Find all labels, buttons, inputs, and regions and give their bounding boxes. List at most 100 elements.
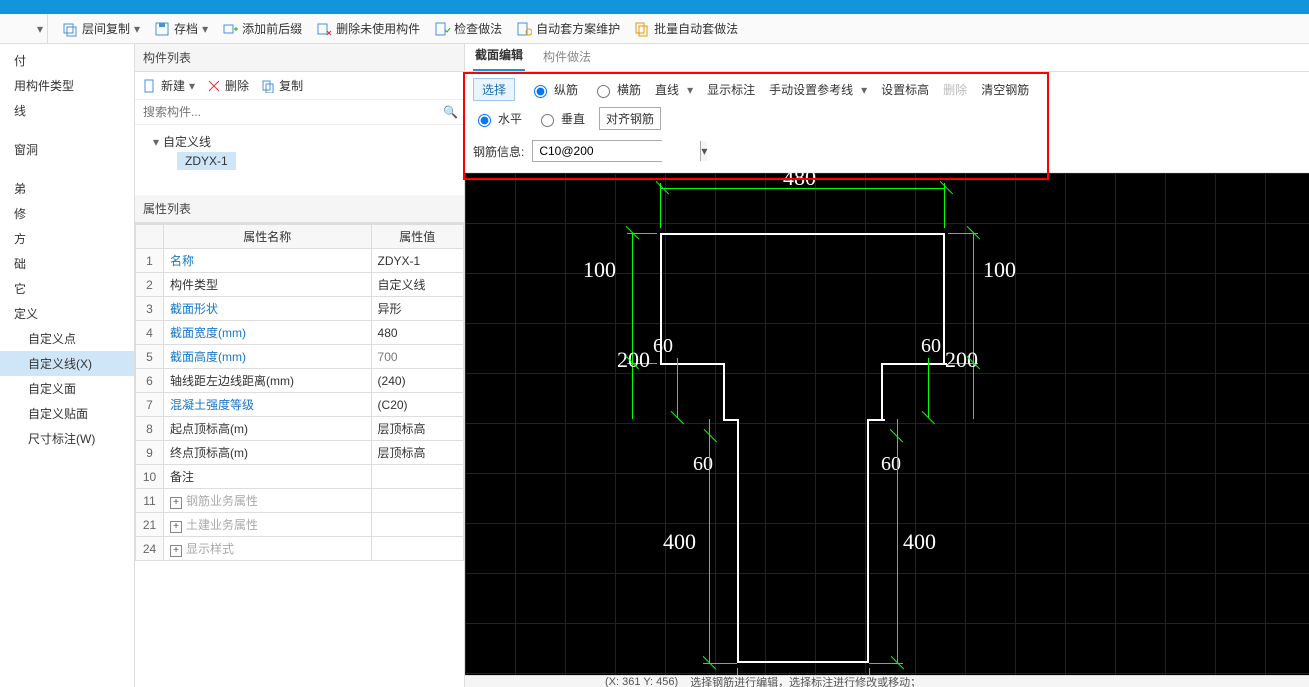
property-value-cell[interactable]: [371, 513, 463, 537]
property-row[interactable]: 11+钢筋业务属性: [136, 489, 464, 513]
property-name-cell[interactable]: 截面高度(mm): [164, 345, 372, 369]
property-name-cell[interactable]: 起点顶标高(m): [164, 417, 372, 441]
property-value-cell[interactable]: 自定义线: [371, 273, 463, 297]
property-value-cell[interactable]: [371, 465, 463, 489]
property-value-cell[interactable]: (C20): [371, 393, 463, 417]
property-row[interactable]: 8起点顶标高(m)层顶标高: [136, 417, 464, 441]
new-component-button[interactable]: 新建 ▾: [143, 77, 195, 94]
property-value-cell[interactable]: [371, 537, 463, 561]
tree-item[interactable]: 弟: [0, 176, 134, 201]
tree-item-custom-veneer[interactable]: 自定义贴面: [0, 401, 134, 426]
property-row[interactable]: 9终点顶标高(m)层顶标高: [136, 441, 464, 465]
tree-item[interactable]: 础: [0, 251, 134, 276]
property-name-cell[interactable]: 终点顶标高(m): [164, 441, 372, 465]
layer-copy-button[interactable]: 层间复制 ▾: [62, 20, 140, 37]
delete-unused-button[interactable]: 删除未使用构件: [316, 20, 420, 37]
radio-horizontal[interactable]: 水平: [473, 110, 522, 127]
tree-item-custom-face[interactable]: 自定义面: [0, 376, 134, 401]
expand-icon[interactable]: +: [170, 497, 182, 509]
property-value-cell[interactable]: [371, 489, 463, 513]
property-row[interactable]: 6轴线距左边线距离(mm)(240): [136, 369, 464, 393]
property-row[interactable]: 21+土建业务属性: [136, 513, 464, 537]
property-name-cell[interactable]: 构件类型: [164, 273, 372, 297]
radio-vertical[interactable]: 垂直: [536, 110, 585, 127]
delete-rebar-button[interactable]: 删除: [943, 81, 967, 98]
tree-item[interactable]: 定义: [0, 301, 134, 326]
copy-component-button[interactable]: 复制: [261, 77, 303, 94]
ribbon-dropdown-indicator[interactable]: ▾: [8, 14, 48, 43]
property-value-cell[interactable]: 层顶标高: [371, 417, 463, 441]
line-tool-button[interactable]: 直线: [655, 81, 679, 98]
property-name-cell[interactable]: 轴线距左边线距离(mm): [164, 369, 372, 393]
property-row[interactable]: 7混凝土强度等级(C20): [136, 393, 464, 417]
show-dim-button[interactable]: 显示标注: [707, 81, 755, 98]
radio-transverse[interactable]: 横筋: [592, 81, 641, 98]
tree-item[interactable]: 线: [0, 98, 134, 123]
new-component-label: 新建: [161, 77, 185, 94]
tree-item[interactable]: 付: [0, 48, 134, 73]
radio-horizontal-input[interactable]: [478, 114, 491, 127]
tab-section-edit[interactable]: 截面编辑: [473, 40, 525, 71]
property-row[interactable]: 1名称ZDYX-1: [136, 249, 464, 273]
rebar-info-input[interactable]: [533, 141, 700, 161]
radio-longitudinal-input[interactable]: [534, 85, 547, 98]
property-row[interactable]: 10备注: [136, 465, 464, 489]
property-row-number: 6: [136, 369, 164, 393]
expand-icon[interactable]: +: [170, 521, 182, 533]
archive-button[interactable]: 存档 ▾: [154, 20, 208, 37]
property-row[interactable]: 5截面高度(mm)700: [136, 345, 464, 369]
section-canvas[interactable]: 480 100 200 100 200 60 60 60 60: [465, 173, 1309, 675]
auto-scheme-maintain-button[interactable]: 自动套方案维护: [516, 20, 620, 37]
property-name-cell[interactable]: 名称: [164, 249, 372, 273]
tree-item[interactable]: 方: [0, 226, 134, 251]
tree-item[interactable]: 用构件类型: [0, 73, 134, 98]
property-name-cell[interactable]: 备注: [164, 465, 372, 489]
check-method-button[interactable]: 检查做法: [434, 20, 502, 37]
property-value-cell[interactable]: 480: [371, 321, 463, 345]
property-value-cell[interactable]: 700: [371, 345, 463, 369]
property-value-cell[interactable]: (240): [371, 369, 463, 393]
property-value-cell[interactable]: 层顶标高: [371, 441, 463, 465]
tree-item-custom-line[interactable]: 自定义线(X): [0, 351, 134, 376]
property-value-cell[interactable]: ZDYX-1: [371, 249, 463, 273]
status-hint: 选择钢筋进行编辑，选择标注进行修改或移动；: [690, 675, 921, 687]
add-prefix-suffix-button[interactable]: 添加前后缀: [222, 20, 302, 37]
tree-item-label: 用构件类型: [14, 79, 74, 93]
property-name-cell[interactable]: 截面宽度(mm): [164, 321, 372, 345]
property-row[interactable]: 3截面形状异形: [136, 297, 464, 321]
delete-component-button[interactable]: 删除: [207, 77, 249, 94]
search-icon[interactable]: 🔍: [443, 105, 458, 119]
select-mode-button[interactable]: 选择: [473, 78, 515, 101]
property-name-cell[interactable]: 混凝土强度等级: [164, 393, 372, 417]
property-row[interactable]: 4截面宽度(mm)480: [136, 321, 464, 345]
property-value-cell[interactable]: 异形: [371, 297, 463, 321]
property-name-cell[interactable]: +钢筋业务属性: [164, 489, 372, 513]
property-row[interactable]: 24+显示样式: [136, 537, 464, 561]
tree-item-dimension[interactable]: 尺寸标注(W): [0, 426, 134, 451]
radio-transverse-input[interactable]: [597, 85, 610, 98]
middle-panel: 构件列表 新建 ▾ 删除 复制 🔍 ▾ 自定义线: [135, 44, 465, 687]
rebar-info-dropdown-button[interactable]: ▾: [700, 141, 707, 161]
expand-icon[interactable]: +: [170, 545, 182, 557]
tree-item[interactable]: 窗洞: [0, 137, 134, 162]
property-row-number: 2: [136, 273, 164, 297]
property-row[interactable]: 2构件类型自定义线: [136, 273, 464, 297]
set-elevation-button[interactable]: 设置标高: [881, 81, 929, 98]
tree-item[interactable]: 它: [0, 276, 134, 301]
tab-component-method[interactable]: 构件做法: [541, 42, 593, 71]
property-name-cell[interactable]: +显示样式: [164, 537, 372, 561]
property-list-title: 属性列表: [135, 195, 464, 223]
manual-refline-button[interactable]: 手动设置参考线: [769, 81, 853, 98]
property-name-cell[interactable]: 截面形状: [164, 297, 372, 321]
tree-item-custom-point[interactable]: 自定义点: [0, 326, 134, 351]
radio-vertical-input[interactable]: [541, 114, 554, 127]
property-name-cell[interactable]: +土建业务属性: [164, 513, 372, 537]
clear-rebar-button[interactable]: 清空钢筋: [981, 81, 1029, 98]
component-tree-root[interactable]: ▾ 自定义线: [143, 131, 456, 152]
batch-auto-method-button[interactable]: 批量自动套做法: [634, 20, 738, 37]
component-search-input[interactable]: [141, 104, 443, 120]
align-rebar-button[interactable]: 对齐钢筋: [599, 107, 661, 130]
component-tree-leaf[interactable]: ZDYX-1: [177, 152, 236, 170]
tree-item[interactable]: 修: [0, 201, 134, 226]
radio-longitudinal[interactable]: 纵筋: [529, 81, 578, 98]
